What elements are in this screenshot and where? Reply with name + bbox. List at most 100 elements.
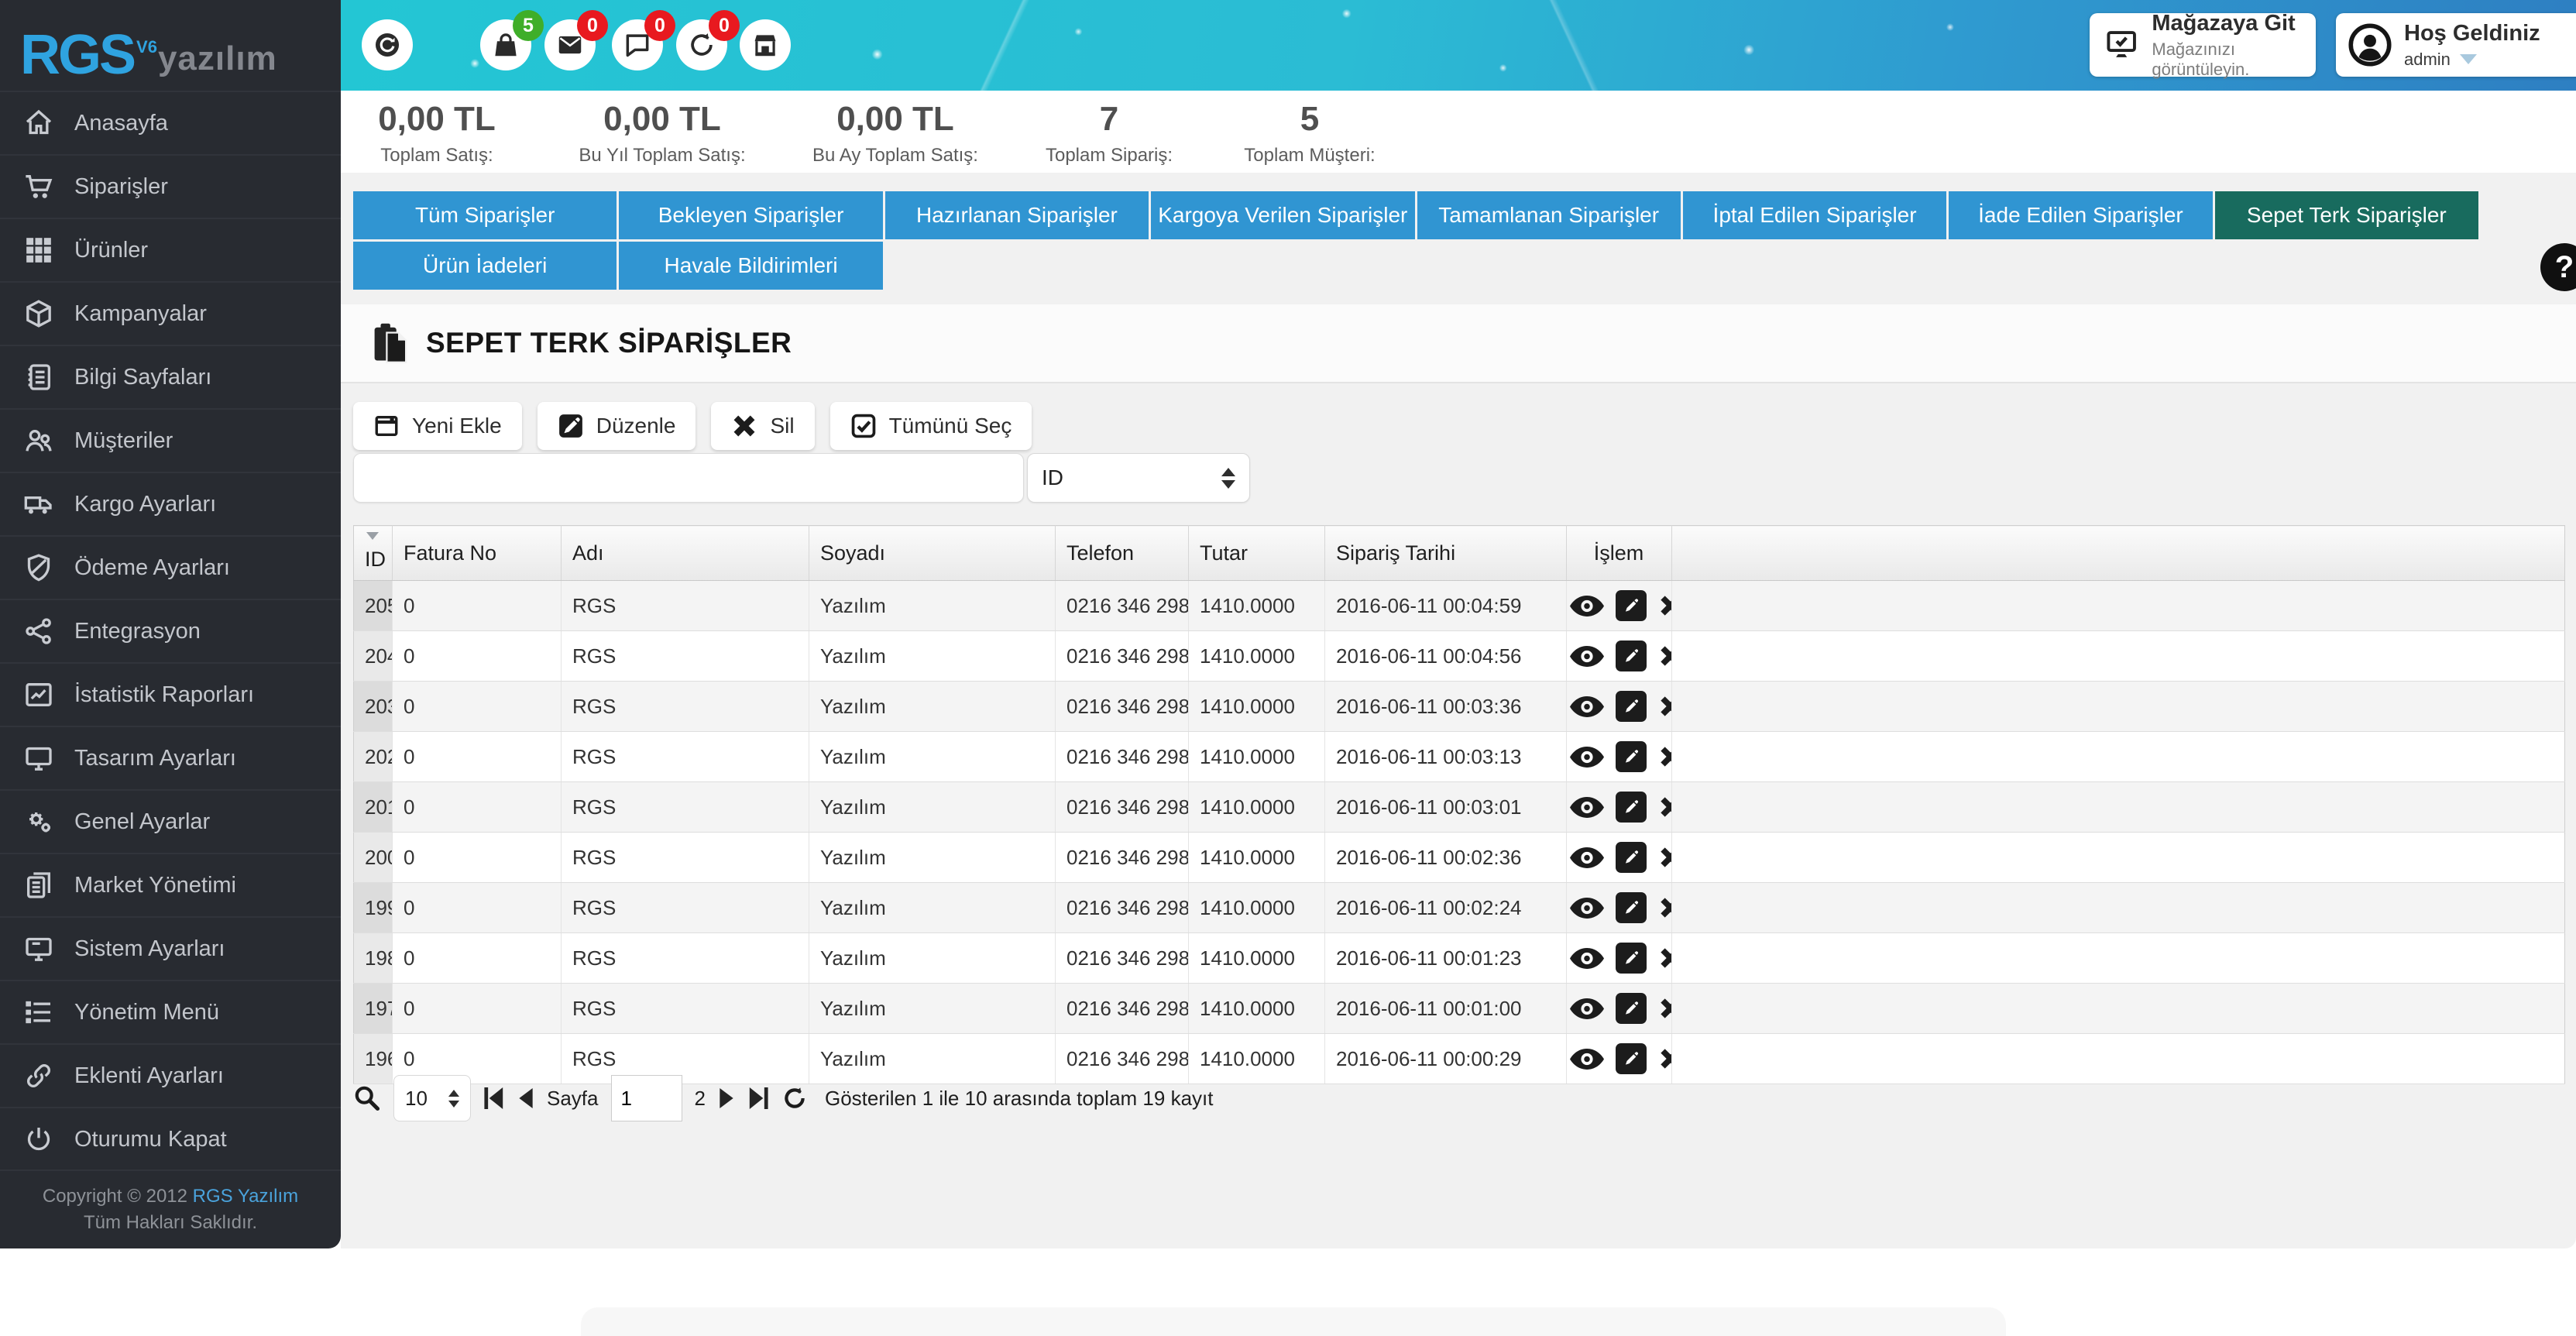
table-row[interactable]: 197 0 RGS Yazılım 0216 346 2982 1410.000… bbox=[354, 984, 2565, 1034]
tab-sepet-terk-siparisler[interactable]: Sepet Terk Siparişler bbox=[2215, 191, 2478, 239]
delete-icon[interactable] bbox=[1658, 694, 1671, 719]
search-icon[interactable] bbox=[353, 1084, 381, 1112]
search-input[interactable] bbox=[353, 453, 1024, 503]
delete-icon[interactable] bbox=[1658, 593, 1671, 618]
table-row[interactable]: 201 0 RGS Yazılım 0216 346 2982 1410.000… bbox=[354, 782, 2565, 833]
comments-icon[interactable]: 0 bbox=[612, 19, 663, 70]
sidebar-item-kargo-ayarlari[interactable]: Kargo Ayarları bbox=[0, 472, 341, 535]
go-to-store-button[interactable]: Mağazaya Git Mağazınızı görüntüleyin. bbox=[2090, 13, 2316, 77]
tab-tum-siparisler[interactable]: Tüm Siparişler bbox=[353, 191, 617, 239]
brand-logo[interactable]: RGS V6 yazılım bbox=[0, 0, 341, 91]
col-id[interactable]: ID bbox=[354, 526, 393, 581]
next-page-button[interactable] bbox=[718, 1088, 735, 1108]
edit-icon[interactable] bbox=[1616, 943, 1647, 974]
sidebar-item-oturumu-kapat[interactable]: Oturumu Kapat bbox=[0, 1107, 341, 1170]
table-row[interactable]: 203 0 RGS Yazılım 0216 346 2982 1410.000… bbox=[354, 682, 2565, 732]
tab-urun-iadeleri[interactable]: Ürün İadeleri bbox=[353, 242, 617, 290]
view-icon[interactable] bbox=[1570, 898, 1604, 919]
col-fatura-no[interactable]: Fatura No bbox=[393, 526, 562, 581]
sidebar-item-anasayfa[interactable]: Anasayfa bbox=[0, 91, 341, 154]
tab-iptal-edilen-siparisler[interactable]: İptal Edilen Siparişler bbox=[1683, 191, 1946, 239]
view-icon[interactable] bbox=[1570, 747, 1604, 768]
col-siparis-tarihi[interactable]: Sipariş Tarihi bbox=[1325, 526, 1567, 581]
sidebar-item-tasarim-ayarlari[interactable]: Tasarım Ayarları bbox=[0, 726, 341, 789]
tab-kargoya-verilen-siparisler[interactable]: Kargoya Verilen Siparişler bbox=[1151, 191, 1414, 239]
table-row[interactable]: 199 0 RGS Yazılım 0216 346 2982 1410.000… bbox=[354, 883, 2565, 933]
col-tutar[interactable]: Tutar bbox=[1189, 526, 1325, 581]
search-field-select[interactable]: ID bbox=[1027, 453, 1250, 503]
sidebar-item-entegrasyon[interactable]: Entegrasyon bbox=[0, 599, 341, 662]
table-row[interactable]: 204 0 RGS Yazılım 0216 346 2982 1410.000… bbox=[354, 631, 2565, 682]
col-telefon[interactable]: Telefon bbox=[1056, 526, 1189, 581]
sidebar-item-eklenti-ayarlari[interactable]: Eklenti Ayarları bbox=[0, 1043, 341, 1107]
copyright-link[interactable]: RGS Yazılım bbox=[193, 1186, 298, 1207]
col-soyadi[interactable]: Soyadı bbox=[809, 526, 1056, 581]
delete-icon[interactable] bbox=[1658, 744, 1671, 769]
delete-button[interactable]: Sil bbox=[711, 402, 814, 450]
delete-icon[interactable] bbox=[1658, 795, 1671, 819]
delete-icon[interactable] bbox=[1658, 644, 1671, 668]
user-menu[interactable]: Hoş Geldiniz admin bbox=[2336, 13, 2576, 77]
table-row[interactable]: 202 0 RGS Yazılım 0216 346 2982 1410.000… bbox=[354, 732, 2565, 782]
last-page-button[interactable] bbox=[747, 1087, 769, 1109]
delete-icon[interactable] bbox=[1658, 845, 1671, 870]
page-number-input[interactable] bbox=[611, 1075, 682, 1121]
view-icon[interactable] bbox=[1570, 596, 1604, 616]
store-icon[interactable] bbox=[740, 19, 791, 70]
refresh-icon[interactable] bbox=[781, 1085, 808, 1111]
view-icon[interactable] bbox=[1570, 847, 1604, 868]
orders-bag-icon[interactable]: 5 bbox=[480, 19, 531, 70]
table-row[interactable]: 205 0 RGS Yazılım 0216 346 2982 1410.000… bbox=[354, 581, 2565, 631]
sidebar-item-genel-ayarlar[interactable]: Genel Ayarlar bbox=[0, 789, 341, 853]
select-all-button[interactable]: Tümünü Seç bbox=[830, 402, 1032, 450]
edit-button[interactable]: Düzenle bbox=[538, 402, 696, 450]
page-size-select[interactable]: 10 bbox=[393, 1075, 471, 1121]
edit-icon[interactable] bbox=[1616, 590, 1647, 621]
tab-hazirlanan-siparisler[interactable]: Hazırlanan Siparişler bbox=[885, 191, 1149, 239]
view-icon[interactable] bbox=[1570, 1049, 1604, 1070]
sync-icon[interactable] bbox=[362, 19, 413, 70]
sidebar-item-bilgi-sayfalari[interactable]: Bilgi Sayfaları bbox=[0, 345, 341, 408]
sidebar-item-kampanyalar[interactable]: Kampanyalar bbox=[0, 281, 341, 345]
tab-iade-edilen-siparisler[interactable]: İade Edilen Siparişler bbox=[1949, 191, 2212, 239]
view-icon[interactable] bbox=[1570, 646, 1604, 667]
messages-icon[interactable]: 0 bbox=[544, 19, 596, 70]
sidebar-item-urunler[interactable]: Ürünler bbox=[0, 218, 341, 281]
spinner-up-icon[interactable] bbox=[1221, 468, 1235, 476]
table-row[interactable]: 198 0 RGS Yazılım 0216 346 2982 1410.000… bbox=[354, 933, 2565, 984]
sidebar-item-istatistik-raporlari[interactable]: İstatistik Raporları bbox=[0, 662, 341, 726]
sidebar-item-odeme-ayarlari[interactable]: Ödeme Ayarları bbox=[0, 535, 341, 599]
spinner-down-icon[interactable] bbox=[1221, 480, 1235, 489]
delete-icon[interactable] bbox=[1658, 996, 1671, 1021]
sidebar-item-musteriler[interactable]: Müşteriler bbox=[0, 408, 341, 472]
prev-page-button[interactable] bbox=[517, 1088, 534, 1108]
sort-indicator-icon[interactable] bbox=[366, 532, 379, 540]
delete-icon[interactable] bbox=[1658, 946, 1671, 970]
tab-bekleyen-siparisler[interactable]: Bekleyen Siparişler bbox=[619, 191, 882, 239]
edit-icon[interactable] bbox=[1616, 691, 1647, 722]
history-icon[interactable]: 0 bbox=[676, 19, 727, 70]
col-adi[interactable]: Adı bbox=[562, 526, 809, 581]
sidebar-item-siparisler[interactable]: Siparişler bbox=[0, 154, 341, 218]
edit-icon[interactable] bbox=[1616, 741, 1647, 772]
view-icon[interactable] bbox=[1570, 797, 1604, 818]
view-icon[interactable] bbox=[1570, 696, 1604, 717]
view-icon[interactable] bbox=[1570, 948, 1604, 969]
tab-havale-bildirimleri[interactable]: Havale Bildirimleri bbox=[619, 242, 882, 290]
edit-icon[interactable] bbox=[1616, 641, 1647, 671]
edit-icon[interactable] bbox=[1616, 842, 1647, 873]
first-page-button[interactable] bbox=[483, 1087, 505, 1109]
edit-icon[interactable] bbox=[1616, 1043, 1647, 1074]
delete-icon[interactable] bbox=[1658, 1046, 1671, 1071]
spinner-down-icon[interactable] bbox=[448, 1101, 459, 1108]
table-row[interactable]: 200 0 RGS Yazılım 0216 346 2982 1410.000… bbox=[354, 833, 2565, 883]
sidebar-item-yonetim-menu[interactable]: Yönetim Menü bbox=[0, 980, 341, 1043]
sidebar-item-market-yonetimi[interactable]: Market Yönetimi bbox=[0, 853, 341, 916]
edit-icon[interactable] bbox=[1616, 792, 1647, 823]
edit-icon[interactable] bbox=[1616, 993, 1647, 1024]
view-icon[interactable] bbox=[1570, 998, 1604, 1019]
tab-tamamlanan-siparisler[interactable]: Tamamlanan Siparişler bbox=[1417, 191, 1681, 239]
spinner-up-icon[interactable] bbox=[448, 1090, 459, 1097]
next-page-number[interactable]: 2 bbox=[695, 1087, 706, 1111]
edit-icon[interactable] bbox=[1616, 892, 1647, 923]
